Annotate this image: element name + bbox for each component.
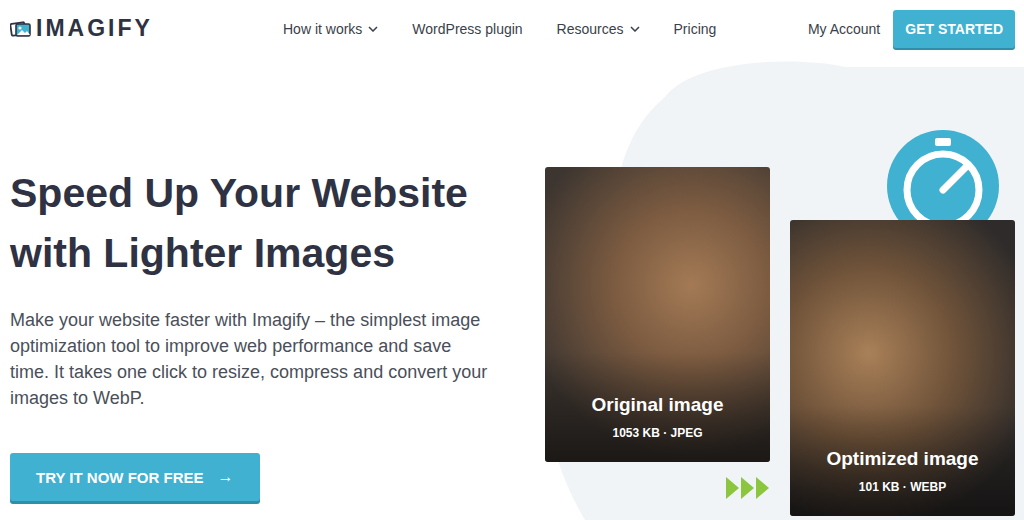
forward-arrows-icon (725, 475, 771, 501)
hero-description: Make your website faster with Imagify – … (10, 307, 490, 411)
image-card: Optimized image 101 KB · WEBP (790, 220, 1015, 516)
header: IMAGIFY How it works WordPress plugin Re… (0, 0, 1024, 57)
image-card: Original image 1053 KB · JPEG (545, 167, 770, 462)
image-caption: Optimized image 101 KB · WEBP (826, 448, 978, 516)
photos-icon (10, 20, 32, 38)
nav-item[interactable]: Resources (557, 21, 640, 37)
main-nav: How it works WordPress plugin Resources … (283, 21, 716, 37)
get-started-button[interactable]: GET STARTED (893, 10, 1015, 48)
hero-title: Speed Up Your Websitewith Lighter Images (10, 163, 535, 283)
hero: Speed Up Your Websitewith Lighter Images… (0, 57, 1024, 520)
comparison-visual: Original image 1053 KB · JPEG Optimized i… (545, 57, 1024, 520)
logo[interactable]: IMAGIFY (10, 15, 283, 42)
page: IMAGIFY How it works WordPress plugin Re… (0, 0, 1024, 520)
nav-item[interactable]: Pricing (674, 21, 717, 37)
chevron-down-icon (630, 26, 640, 32)
account-link[interactable]: My Account (808, 21, 880, 37)
logo-text: IMAGIFY (36, 15, 153, 42)
nav-item[interactable]: WordPress plugin (412, 21, 522, 37)
nav-item[interactable]: How it works (283, 21, 378, 37)
image-caption: Original image 1053 KB · JPEG (592, 394, 724, 462)
hero-text: Speed Up Your Websitewith Lighter Images… (0, 57, 535, 520)
try-free-button[interactable]: TRY IT NOW FOR FREE → (10, 453, 260, 501)
chevron-down-icon (368, 26, 378, 32)
